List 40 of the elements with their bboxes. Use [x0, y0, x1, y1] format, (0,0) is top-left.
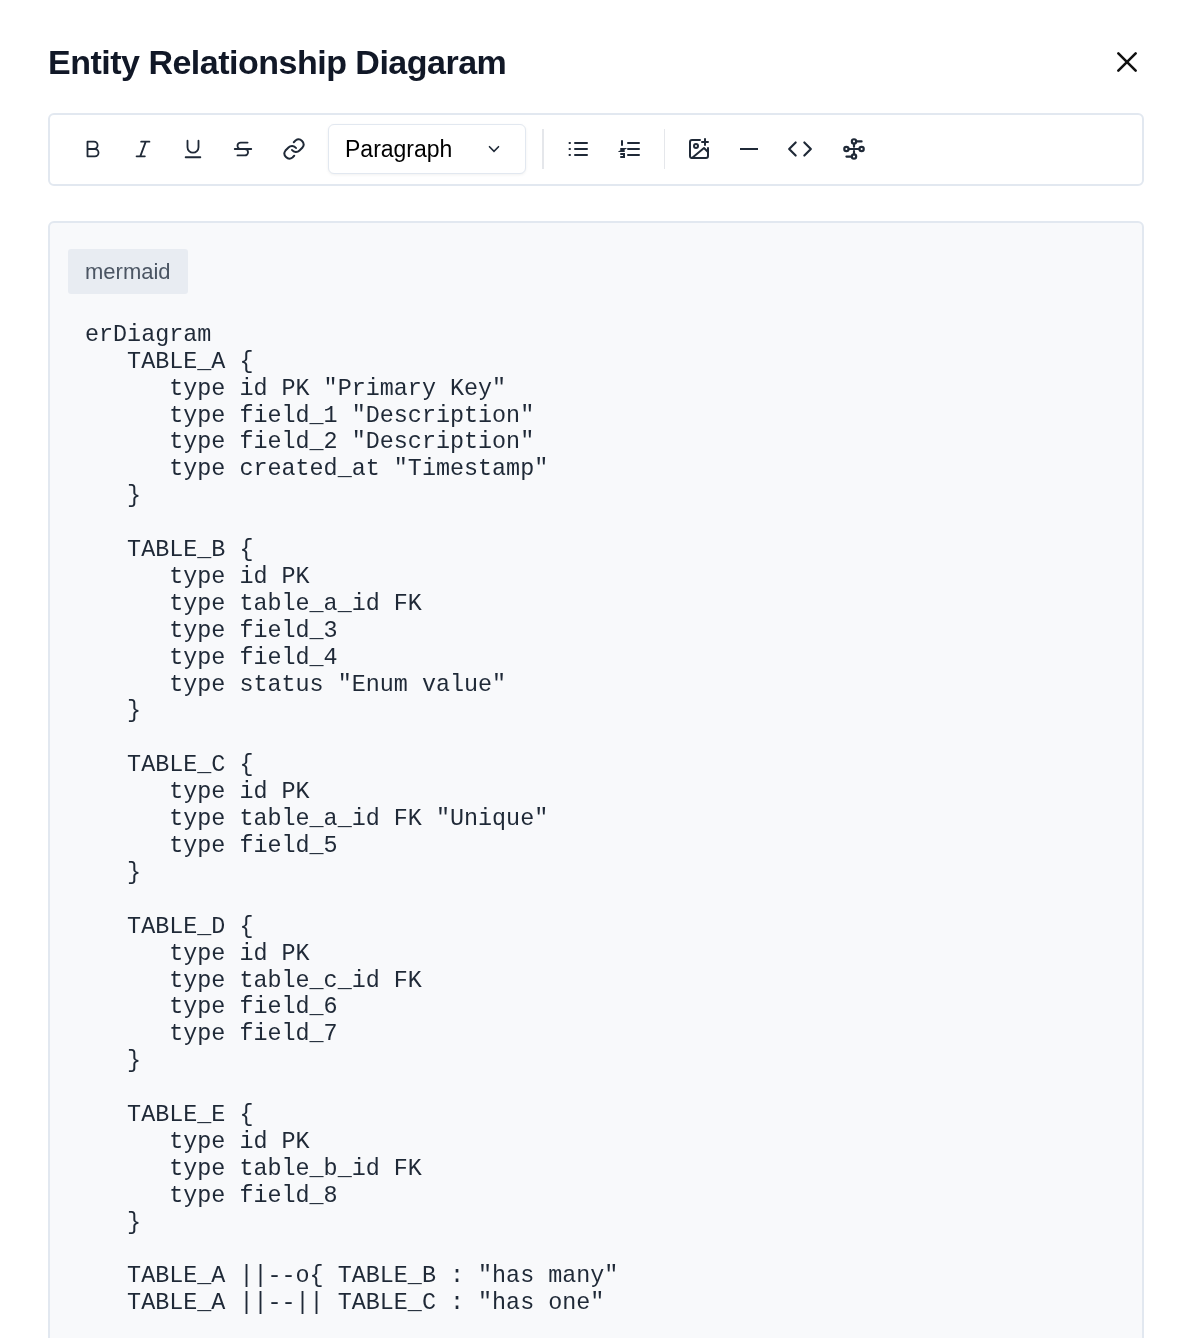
code-line: type field_7: [168, 1021, 338, 1048]
code-line: TABLE_C {: [126, 752, 254, 779]
code-line: TABLE_A ||--o{ TABLE_B : "has many": [126, 1263, 619, 1290]
code-line: TABLE_B {: [126, 537, 254, 564]
code-line: type field_5: [168, 833, 338, 859]
code-line: }: [126, 1048, 142, 1075]
code-line: }: [126, 698, 142, 725]
code-line: type id PK: [168, 779, 310, 806]
code-line: }: [126, 859, 142, 886]
connected-nodes-icon: [841, 136, 867, 163]
code-line: type id PK: [168, 563, 310, 590]
code-line: type field_6: [168, 994, 338, 1021]
code-line: type table_c_id FK: [168, 967, 422, 994]
code-line: type field_3: [168, 617, 338, 644]
code-line: type table_b_id FK: [168, 1155, 422, 1182]
minus-icon: [739, 148, 759, 151]
code-line: }: [126, 483, 142, 510]
block-style-dropdown[interactable]: Paragraph: [328, 124, 526, 175]
code-line: type id PK: [168, 1128, 310, 1155]
code-line: type field_1 "Description": [168, 402, 535, 429]
code-line: type field_8: [168, 1182, 338, 1209]
code-line: erDiagram: [85, 321, 212, 348]
code-line: type id PK: [168, 940, 310, 967]
code-line: type status "Enum value": [168, 671, 507, 698]
code-line: TABLE_D {: [126, 913, 254, 940]
code-line: type id PK "Primary Key": [168, 375, 507, 402]
underline-icon: [182, 138, 204, 161]
code-line: }: [126, 1209, 142, 1236]
code-line: type created_at "Timestamp": [168, 456, 549, 483]
code-line: type field_4: [168, 644, 338, 671]
code-line: TABLE_E {: [126, 1102, 254, 1128]
link-icon: [282, 137, 306, 162]
code-line: type field_2 "Description": [168, 429, 535, 456]
image-plus-icon: [687, 137, 711, 162]
language-label: mermaid: [68, 248, 188, 294]
code-line: type table_a_id FK: [168, 590, 422, 617]
code-line: type table_a_id FK "Unique": [168, 806, 549, 833]
code-line: TABLE_A ||--|| TABLE_C : "has one": [126, 1290, 605, 1317]
dialog-title: Entity Relationship Diagaram: [48, 42, 507, 83]
code-line: TABLE_A {: [126, 348, 254, 375]
